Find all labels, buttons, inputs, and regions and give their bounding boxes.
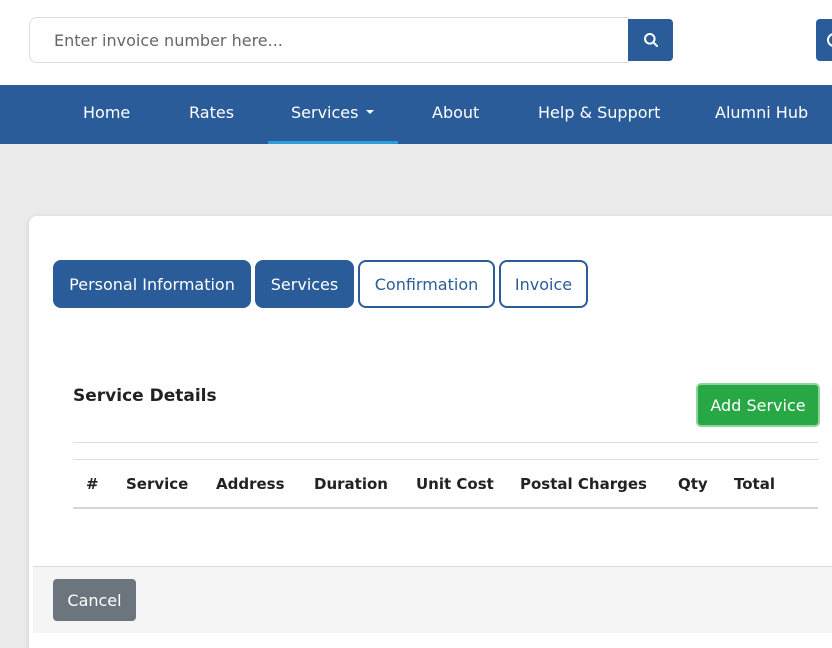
step-confirmation[interactable]: Confirmation <box>358 260 495 308</box>
column-header-unit-cost: Unit Cost <box>416 475 494 493</box>
service-form-card: Personal Information Services Confirmati… <box>29 216 832 648</box>
section-title: Service Details <box>73 386 217 406</box>
nav-rates[interactable]: Rates <box>189 85 234 144</box>
account-icon <box>827 33 832 47</box>
search-icon <box>643 33 658 47</box>
caret-down-icon <box>366 109 375 114</box>
account-button[interactable] <box>816 19 832 61</box>
column-header-address: Address <box>216 475 285 493</box>
nav-about[interactable]: About <box>432 85 479 144</box>
main-navbar: Home Rates Services About Help & Support… <box>0 85 832 144</box>
divider <box>73 442 818 443</box>
step-personal-information[interactable]: Personal Information <box>53 260 251 308</box>
cancel-button[interactable]: Cancel <box>53 579 136 621</box>
top-bar <box>0 0 832 85</box>
column-header-total: Total <box>734 475 775 493</box>
invoice-search-input[interactable] <box>29 17 629 63</box>
step-services[interactable]: Services <box>255 260 354 308</box>
column-header-number: # <box>86 475 99 493</box>
services-table-header: # Service Address Duration Unit Cost Pos… <box>73 459 818 509</box>
nav-help-support[interactable]: Help & Support <box>538 85 660 144</box>
search-button[interactable] <box>628 19 673 61</box>
nav-services[interactable]: Services <box>268 85 398 144</box>
column-header-postal-charges: Postal Charges <box>520 475 647 493</box>
column-header-qty: Qty <box>678 475 708 493</box>
card-footer: Cancel <box>33 566 832 633</box>
step-invoice[interactable]: Invoice <box>499 260 588 308</box>
add-service-button[interactable]: Add Service <box>696 383 820 427</box>
nav-alumni-hub[interactable]: Alumni Hub <box>715 85 808 144</box>
column-header-duration: Duration <box>314 475 388 493</box>
nav-services-label: Services <box>291 103 359 122</box>
column-header-service: Service <box>126 475 189 493</box>
nav-home[interactable]: Home <box>83 85 130 144</box>
